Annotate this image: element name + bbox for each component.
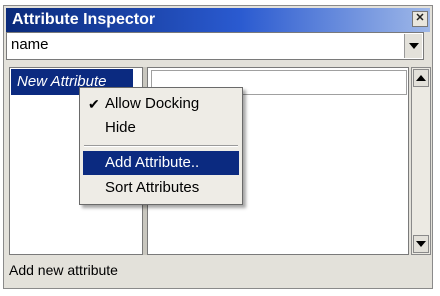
menu-item-hide[interactable]: Hide [83,116,239,140]
menu-item-add-attribute[interactable]: Add Attribute.. [83,151,239,175]
scroll-down-button[interactable] [413,235,429,253]
context-menu: ✔ Allow Docking Hide Add Attribute.. Sor… [79,87,243,205]
chevron-down-icon [409,43,419,49]
close-icon: ✕ [415,12,425,24]
combo-value: name [11,36,49,53]
arrow-up-icon [416,75,426,81]
menu-item-sort-attributes[interactable]: Sort Attributes [83,176,239,200]
combo-dropdown-button[interactable] [404,34,422,58]
menu-item-label: Sort Attributes [105,179,200,196]
check-icon: ✔ [88,96,100,112]
menu-item-allow-docking[interactable]: ✔ Allow Docking [83,92,239,116]
window-title: Attribute Inspector [12,11,156,28]
attribute-combo[interactable]: name [6,32,424,60]
title-bar: Attribute Inspector ✕ [6,8,430,32]
arrow-down-icon [416,241,426,247]
menu-item-label: Add Attribute.. [105,154,200,171]
menu-separator [84,145,238,147]
menu-item-label: Allow Docking [105,95,200,112]
vertical-scrollbar[interactable] [411,67,431,255]
close-button[interactable]: ✕ [412,11,428,27]
menu-item-label: Hide [105,119,136,136]
status-text: Add new attribute [9,262,118,278]
scroll-up-button[interactable] [413,69,429,87]
